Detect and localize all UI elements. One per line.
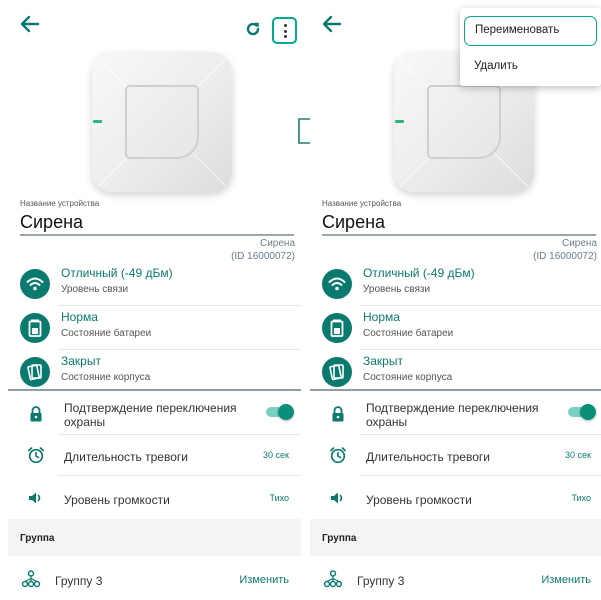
alarm-clock-icon: [330, 447, 346, 464]
menu-item-delete[interactable]: Удалить: [464, 51, 597, 81]
device-id: (ID 16000072): [231, 251, 295, 262]
battery-status-row: Норма Состояние батареи: [8, 308, 301, 350]
device-id: (ID 16000072): [533, 251, 597, 262]
section-divider: [8, 389, 301, 391]
signal-value: Отличный (-49 дБм): [363, 266, 475, 280]
signal-label: Уровень связи: [363, 284, 431, 295]
group-section-header: Группа: [8, 519, 301, 556]
case-tamper-icon: [20, 357, 50, 387]
back-arrow-icon[interactable]: [18, 14, 42, 34]
device-type: Сирена: [561, 238, 597, 249]
section-divider: [310, 389, 601, 391]
group-section-title: Группа: [20, 533, 55, 544]
setting-label: Длительность тревоги: [366, 450, 490, 464]
setting-volume[interactable]: Уровень громкости Тихо: [8, 477, 301, 519]
device-screen-after: Название устройства Сирена Сирена (ID 16…: [310, 0, 601, 600]
led-indicator: [93, 120, 102, 123]
group-name: Группу 3: [357, 574, 405, 588]
setting-alarm-duration[interactable]: Длительность тревоги 30 сек: [8, 434, 301, 476]
signal-label: Уровень связи: [61, 284, 129, 295]
wifi-signal-icon: [322, 269, 352, 299]
group-row: Группу 3 Изменить: [8, 560, 301, 596]
device-name-label: Название устройства: [322, 199, 402, 208]
setting-label: Подтверждение переключения охраны: [64, 401, 237, 429]
setting-alarm-duration[interactable]: Длительность тревоги 30 сек: [310, 434, 601, 476]
group-section-title: Группа: [322, 533, 357, 544]
battery-value: Норма: [363, 310, 400, 324]
setting-arm-confirmation: Подтверждение переключения охраны: [310, 393, 601, 435]
device-type: Сирена: [259, 238, 295, 249]
battery-label: Состояние батареи: [363, 328, 454, 339]
volume-value: Тихо: [571, 493, 591, 503]
device-name-label: Название устройства: [20, 199, 100, 208]
alarm-clock-icon: [28, 447, 44, 464]
signal-value: Отличный (-49 дБм): [61, 266, 173, 280]
setting-arm-confirmation: Подтверждение переключения охраны: [8, 393, 301, 435]
device-name-underline: [322, 234, 596, 236]
battery-icon: [322, 313, 352, 343]
setting-label: Уровень громкости: [366, 493, 472, 507]
signal-status-row: Отличный (-49 дБм) Уровень связи: [8, 264, 301, 306]
top-bar: [8, 0, 301, 50]
group-section-header: Группа: [310, 519, 601, 556]
case-value: Закрыт: [61, 354, 101, 368]
battery-value: Норма: [61, 310, 98, 324]
menu-item-rename[interactable]: Переименовать: [464, 16, 597, 46]
case-tamper-icon: [322, 357, 352, 387]
lock-icon: [30, 406, 42, 422]
case-label: Состояние корпуса: [363, 372, 453, 383]
change-group-button[interactable]: Изменить: [239, 574, 289, 586]
back-arrow-icon[interactable]: [320, 14, 344, 34]
setting-label: Уровень громкости: [64, 493, 170, 507]
more-options-button[interactable]: [272, 17, 297, 44]
device-image: [92, 52, 232, 192]
setting-label: Подтверждение переключения охраны: [366, 401, 539, 429]
case-value: Закрыт: [363, 354, 403, 368]
change-group-button[interactable]: Изменить: [541, 574, 591, 586]
signal-status-row: Отличный (-49 дБм) Уровень связи: [310, 264, 601, 306]
arm-confirmation-toggle[interactable]: [568, 404, 596, 420]
case-label: Состояние корпуса: [61, 372, 151, 383]
group-tree-icon: [323, 570, 343, 588]
setting-volume[interactable]: Уровень громкости Тихо: [310, 477, 601, 519]
device-name-underline: [20, 234, 294, 236]
arm-confirmation-toggle[interactable]: [266, 404, 294, 420]
volume-value: Тихо: [269, 493, 289, 503]
device-screen-before: Название устройства Сирена Сирена (ID 16…: [8, 0, 301, 600]
volume-icon: [331, 492, 343, 504]
lock-icon: [332, 406, 344, 422]
device-name-field[interactable]: Сирена: [20, 212, 83, 233]
group-tree-icon: [21, 570, 41, 588]
volume-icon: [29, 492, 41, 504]
battery-icon: [20, 313, 50, 343]
device-name-field[interactable]: Сирена: [322, 212, 385, 233]
wifi-signal-icon: [20, 269, 50, 299]
setting-label: Длительность тревоги: [64, 450, 188, 464]
battery-status-row: Норма Состояние батареи: [310, 308, 601, 350]
led-indicator: [395, 120, 404, 123]
alarm-duration-value: 30 сек: [565, 450, 591, 460]
group-name: Группу 3: [55, 574, 103, 588]
refresh-icon[interactable]: [244, 20, 262, 38]
options-menu: Переименовать Удалить: [460, 8, 601, 86]
group-row: Группу 3 Изменить: [310, 560, 601, 596]
case-status-row: Закрыт Состояние корпуса: [8, 352, 301, 394]
battery-label: Состояние батареи: [61, 328, 152, 339]
alarm-duration-value: 30 сек: [263, 450, 289, 460]
case-status-row: Закрыт Состояние корпуса: [310, 352, 601, 394]
